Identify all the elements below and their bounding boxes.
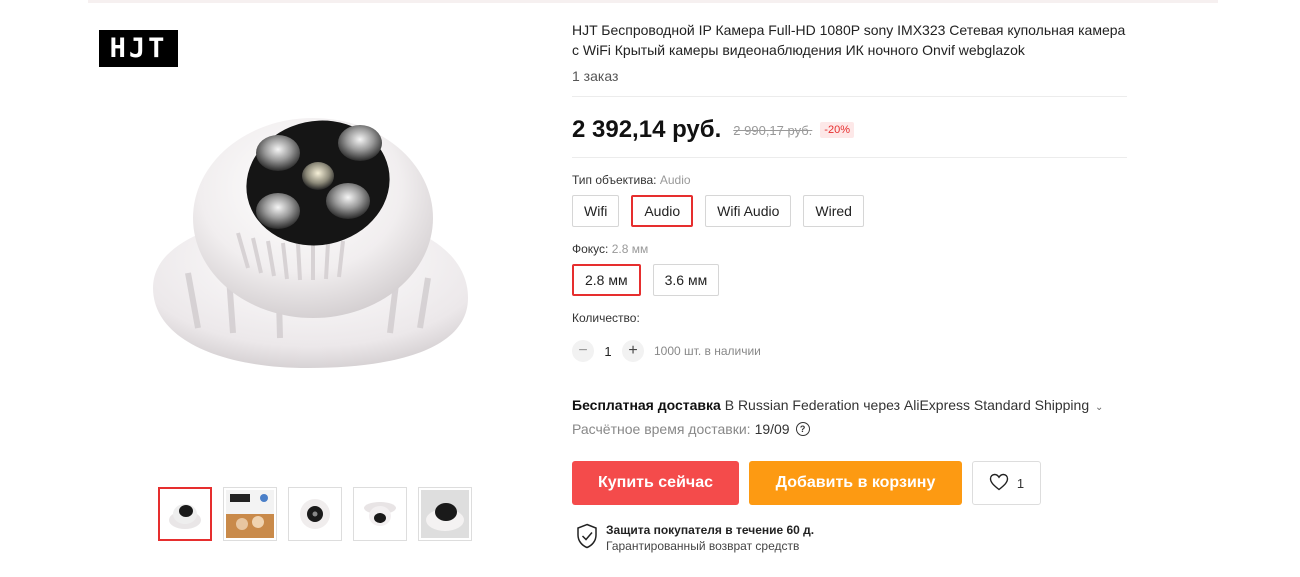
option-wifi-audio[interactable]: Wifi Audio [705,195,792,227]
delivery-estimate: Расчётное время доставки: 19/09 ? [572,421,1127,437]
quantity-minus-button[interactable]: − [572,340,594,362]
focus-label: Фокус: 2.8 мм [572,242,649,256]
protection-title: Защита покупателя в течение 60 д. [606,523,815,537]
divider [572,96,1127,97]
thumbnail-4[interactable] [353,487,407,541]
shipping-info[interactable]: Бесплатная доставка В Russian Federation… [572,397,1127,413]
stock-info: 1000 шт. в наличии [654,344,761,358]
thumbnail-2[interactable] [223,487,277,541]
lens-type-selected: Audio [659,173,691,187]
shipping-details: В Russian Federation через AliExpress St… [720,397,1090,413]
price-row: 2 392,14 руб. 2 990,17 руб. -20% [572,115,1127,145]
quantity-label: Количество: [572,311,640,325]
shield-check-icon [576,523,598,554]
protection-subtitle: Гарантированный возврат средств [606,539,800,553]
original-price: 2 990,17 руб. [733,122,813,138]
discount-badge: -20% [820,122,854,138]
wishlist-count: 1 [1016,475,1025,491]
delivery-date: 19/09 [754,421,790,437]
option-wired[interactable]: Wired [803,195,864,227]
buy-now-button[interactable]: Купить сейчас [572,461,739,505]
divider [572,157,1127,158]
main-product-image[interactable] [128,83,488,413]
quantity-value[interactable]: 1 [594,344,622,359]
focus-selected: 2.8 мм [611,242,649,256]
thumbnail-1[interactable] [158,487,212,541]
quantity-plus-button[interactable]: + [622,340,644,362]
lens-type-options: Wifi Audio Wifi Audio Wired [572,195,1127,227]
option-wifi[interactable]: Wifi [572,195,620,227]
chevron-down-icon[interactable]: ⌄ [1095,402,1103,413]
thumbnail-3[interactable] [288,487,342,541]
buyer-protection: Защита покупателя в течение 60 д. Гарант… [576,523,1127,554]
thumbnail-strip [158,487,472,541]
quantity-stepper: − 1 + 1000 шт. в наличии [572,339,1127,363]
delivery-estimate-label: Расчётное время доставки: [572,421,751,437]
free-shipping-label: Бесплатная доставка [572,397,721,413]
product-title: HJT Беспроводной IP Камера Full-HD 1080P… [572,22,1126,58]
lens-type-label: Тип объектива: Audio [572,173,691,187]
option-audio[interactable]: Audio [631,195,694,227]
option-focus-3-6[interactable]: 3.6 мм [652,264,720,296]
brand-logo: HJT [99,30,178,67]
thumbnail-5[interactable] [418,487,472,541]
add-to-cart-button[interactable]: Добавить в корзину [749,461,962,505]
orders-count: 1 заказ [572,68,619,84]
option-focus-2-8[interactable]: 2.8 мм [572,264,641,296]
wishlist-button[interactable]: 1 [972,461,1041,505]
heart-icon [989,473,1009,494]
product-gallery: HJT [88,18,538,558]
top-divider [88,0,1218,3]
action-buttons: Купить сейчас Добавить в корзину 1 [572,461,1127,505]
focus-options: 2.8 мм 3.6 мм [572,264,1127,296]
product-info: HJT Беспроводной IP Камера Full-HD 1080P… [572,20,1127,554]
current-price: 2 392,14 руб. [572,116,722,143]
help-icon[interactable]: ? [795,422,810,436]
